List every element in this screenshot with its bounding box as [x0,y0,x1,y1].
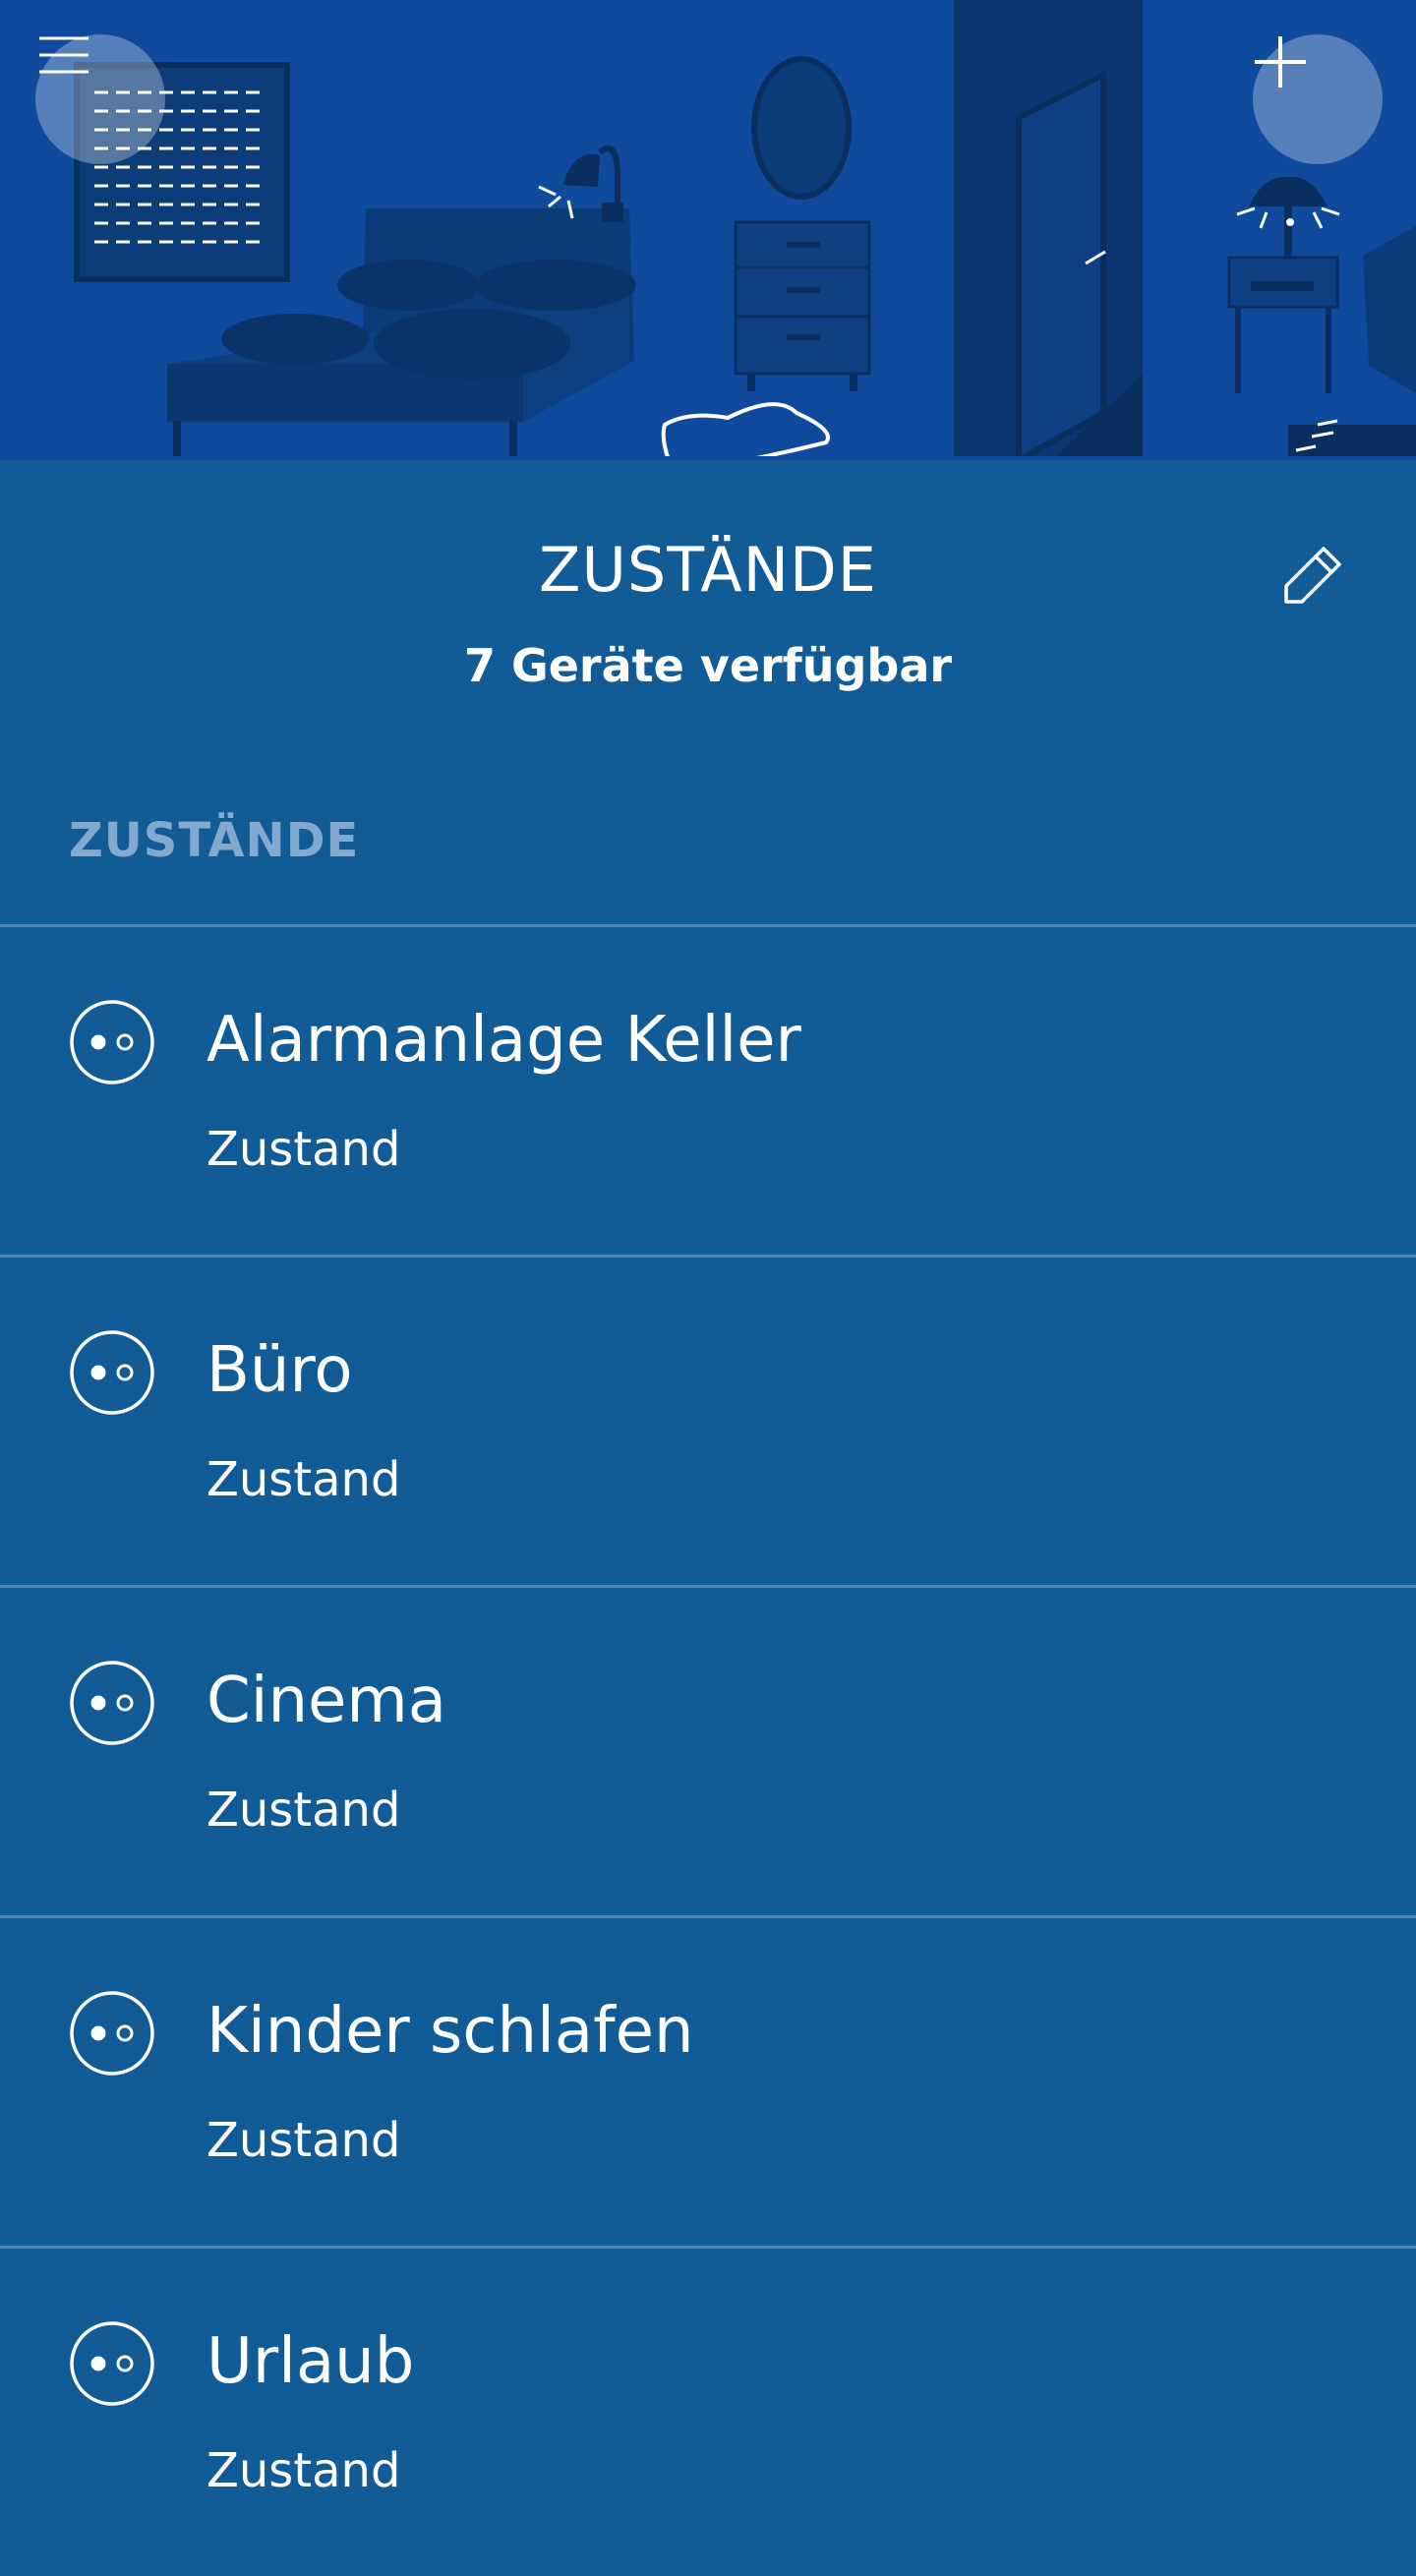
edit-button[interactable] [1274,535,1353,614]
state-subtitle: Zustand [206,1122,401,1177]
state-toggle-icon [70,2321,154,2406]
list-item[interactable]: Büro Zustand [0,1255,1416,1585]
pencil-icon [1284,547,1341,604]
state-name: Urlaub [206,2325,415,2398]
list-item[interactable]: Urlaub Zustand [0,2246,1416,2576]
section-label: ZUSTÄNDE [69,813,360,868]
plus-icon [1255,36,1306,88]
state-subtitle: Zustand [206,1783,401,1838]
list-item[interactable]: Kinder schlafen Zustand [0,1915,1416,2246]
states-list: Alarmanlage Keller Zustand Büro Zustand … [0,924,1416,2576]
add-button[interactable] [1253,34,1383,164]
state-name: Cinema [206,1665,446,1737]
state-toggle-icon [70,1991,154,2076]
state-name: Kinder schlafen [206,1995,694,2068]
state-toggle-icon [70,1000,154,1084]
list-item[interactable]: Cinema Zustand [0,1585,1416,1915]
state-toggle-icon [70,1661,154,1745]
state-toggle-icon [70,1330,154,1415]
page-title: ZUSTÄNDE [539,534,877,606]
state-subtitle: Zustand [206,1452,401,1507]
device-count-subtitle: 7 Geräte verfügbar [463,639,953,692]
list-item[interactable]: Alarmanlage Keller Zustand [0,924,1416,1255]
bedroom-illustration [0,0,1416,460]
state-subtitle: Zustand [206,2113,401,2168]
room-illustration [0,0,1416,460]
state-subtitle: Zustand [206,2443,401,2498]
menu-button[interactable] [35,34,165,164]
hamburger-menu-icon [39,36,88,74]
state-name: Alarmanlage Keller [206,1004,801,1077]
state-name: Büro [206,1334,353,1407]
